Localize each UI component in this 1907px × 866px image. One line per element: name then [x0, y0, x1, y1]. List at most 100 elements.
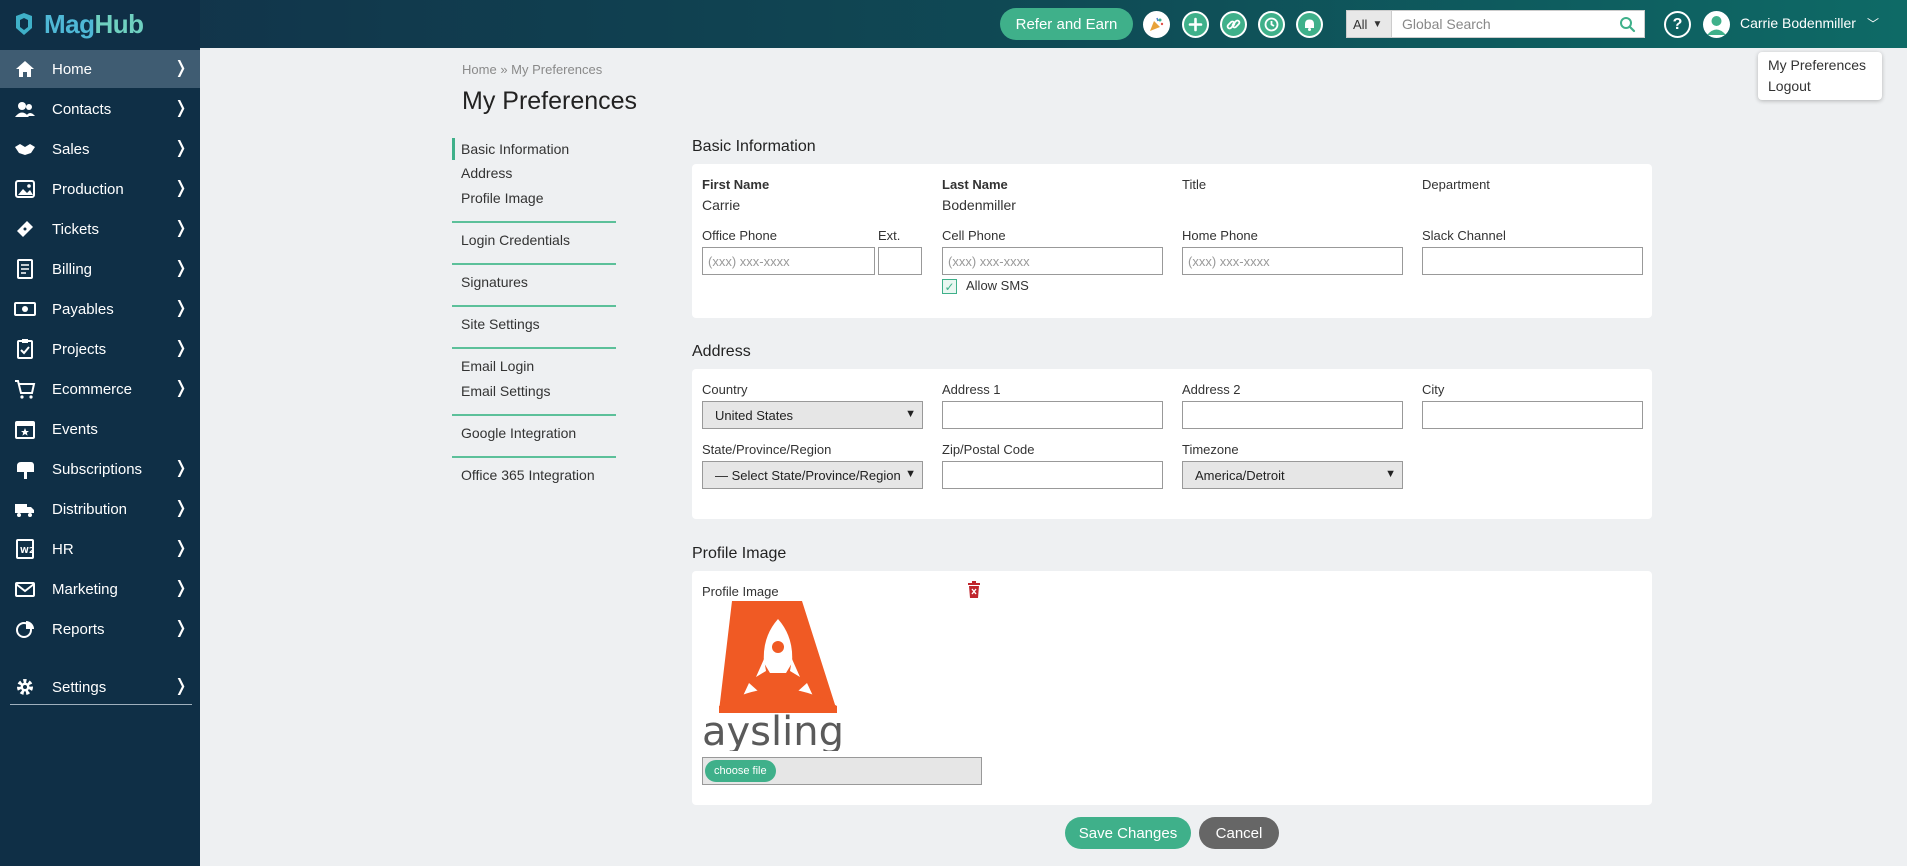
delete-trash-icon[interactable] — [966, 581, 982, 599]
zip-input[interactable] — [942, 461, 1163, 489]
avatar[interactable] — [1703, 11, 1730, 38]
chevron-down-icon: ▼ — [1372, 18, 1383, 30]
top-bar: MagHub Refer and Earn All ▼ Global Search… — [0, 0, 1907, 48]
add-icon[interactable] — [1182, 11, 1209, 38]
country-label: Country — [702, 382, 748, 397]
link-icon[interactable] — [1220, 11, 1247, 38]
profile-image-panel: Profile Image aysling choose file — [692, 571, 1652, 805]
cancel-button[interactable]: Cancel — [1199, 817, 1279, 849]
subnav-site-settings[interactable]: Site Settings — [452, 313, 616, 335]
subnav-profile-image[interactable]: Profile Image — [452, 187, 616, 209]
subnav-email-settings[interactable]: Email Settings — [452, 380, 616, 402]
notification-bell-icon[interactable] — [1296, 11, 1323, 38]
state-select[interactable]: — Select State/Province/Region — ▼ — [702, 461, 923, 489]
breadcrumb-home-link[interactable]: Home — [462, 62, 497, 77]
sidebar-item-settings[interactable]: Settings ❭ — [0, 668, 200, 706]
sidebar-item-label: Payables — [52, 300, 114, 318]
chevron-down-icon: ▼ — [905, 468, 916, 480]
office-phone-input[interactable]: (xxx) xxx-xxxx — [702, 247, 875, 275]
search-icon[interactable] — [1619, 16, 1636, 33]
profile-image-label: Profile Image — [702, 584, 779, 599]
menu-item-my-preferences[interactable]: My Preferences — [1768, 55, 1872, 76]
subnav-office365-integration[interactable]: Office 365 Integration — [452, 464, 616, 486]
allow-sms-checkbox[interactable]: ✓ — [942, 279, 957, 294]
title-label: Title — [1182, 177, 1207, 192]
help-icon[interactable]: ? — [1664, 11, 1691, 38]
sidebar-item-label: Marketing — [52, 580, 118, 598]
page-title: My Preferences — [462, 87, 638, 115]
sidebar-item-distribution[interactable]: Distribution ❭ — [0, 490, 200, 528]
choose-file-button[interactable]: choose file — [705, 760, 776, 782]
home-phone-input[interactable]: (xxx) xxx-xxxx — [1182, 247, 1403, 275]
menu-item-logout[interactable]: Logout — [1768, 76, 1872, 97]
chevron-right-icon: ❭ — [173, 178, 188, 197]
sidebar-item-label: Subscriptions — [52, 460, 143, 478]
slack-channel-input[interactable] — [1422, 247, 1643, 275]
timezone-label: Timezone — [1182, 442, 1239, 457]
party-popper-icon[interactable] — [1143, 11, 1170, 38]
sidebar-item-home[interactable]: Home ❭ — [0, 50, 200, 88]
city-input[interactable] — [1422, 401, 1643, 429]
last-name-label: Last Name — [942, 177, 1008, 192]
ext-input[interactable] — [878, 247, 922, 275]
subnav-basic-information[interactable]: Basic Information — [452, 138, 616, 160]
sidebar-item-sales[interactable]: Sales ❭ — [0, 130, 200, 168]
section-title-profile-image: Profile Image — [692, 545, 787, 562]
city-label: City — [1422, 382, 1445, 397]
refer-and-earn-button[interactable]: Refer and Earn — [1000, 8, 1133, 40]
sidebar-item-marketing[interactable]: Marketing ❭ — [0, 570, 200, 608]
sidebar-item-hr[interactable]: W2 HR ❭ — [0, 530, 200, 568]
country-select[interactable]: United States ▼ — [702, 401, 923, 429]
sidebar-item-events[interactable]: Events — [0, 410, 200, 448]
envelope-icon — [14, 578, 36, 600]
sidebar-item-contacts[interactable]: Contacts ❭ — [0, 90, 200, 128]
allow-sms-label: Allow SMS — [966, 278, 1029, 293]
sidebar-item-label: Ecommerce — [52, 380, 133, 398]
breadcrumb-separator: » — [500, 62, 508, 77]
search-scope-select[interactable]: All ▼ — [1346, 10, 1392, 38]
sidebar-item-subscriptions[interactable]: Subscriptions ❭ — [0, 450, 200, 488]
section-title-basic-information: Basic Information — [692, 138, 816, 155]
basic-information-panel: First Name Carrie Last Name Bodenmiller … — [692, 164, 1652, 318]
calendar-icon — [14, 418, 36, 440]
subnav-divider — [452, 347, 616, 349]
chevron-right-icon: ❭ — [173, 58, 188, 77]
address2-label: Address 2 — [1182, 382, 1241, 397]
sidebar-item-projects[interactable]: Projects ❭ — [0, 330, 200, 368]
save-changes-button[interactable]: Save Changes — [1065, 817, 1191, 849]
file-upload-field[interactable]: choose file — [702, 757, 982, 785]
sidebar-item-tickets[interactable]: Tickets ❭ — [0, 210, 200, 248]
app-logo[interactable]: MagHub — [0, 0, 200, 48]
sidebar-item-reports[interactable]: Reports ❭ — [0, 610, 200, 648]
subnav-signatures[interactable]: Signatures — [452, 271, 616, 293]
subnav-email-login[interactable]: Email Login — [452, 355, 616, 377]
sidebar-item-payables[interactable]: Payables ❭ — [0, 290, 200, 328]
chevron-down-icon[interactable]: ﹀ — [1867, 15, 1879, 32]
chevron-down-icon: ▼ — [1385, 468, 1396, 480]
subnav-divider — [452, 305, 616, 307]
subnav-divider — [452, 221, 616, 223]
subnav-google-integration[interactable]: Google Integration — [452, 422, 616, 444]
subnav-login-credentials[interactable]: Login Credentials — [452, 229, 616, 251]
subnav-address[interactable]: Address — [452, 162, 616, 184]
history-clock-icon[interactable] — [1258, 11, 1285, 38]
chevron-down-icon: ▼ — [905, 408, 916, 420]
clipboard-icon — [14, 338, 36, 360]
chevron-right-icon: ❭ — [173, 258, 188, 277]
cell-phone-label: Cell Phone — [942, 228, 1006, 243]
chart-pie-icon — [14, 618, 36, 640]
sidebar-item-billing[interactable]: Billing ❭ — [0, 250, 200, 288]
search-input[interactable]: Global Search — [1392, 10, 1645, 38]
address1-input[interactable] — [942, 401, 1163, 429]
chevron-right-icon: ❭ — [173, 98, 188, 117]
address-panel: Country United States ▼ Address 1 Address… — [692, 369, 1652, 519]
money-icon — [14, 298, 36, 320]
timezone-select[interactable]: America/Detroit ▼ — [1182, 461, 1403, 489]
w2-form-icon: W2 — [14, 538, 36, 560]
cell-phone-input[interactable]: (xxx) xxx-xxxx — [942, 247, 1163, 275]
sidebar-item-production[interactable]: Production ❭ — [0, 170, 200, 208]
user-name[interactable]: Carrie Bodenmiller — [1740, 15, 1856, 31]
address2-input[interactable] — [1182, 401, 1403, 429]
sidebar-item-ecommerce[interactable]: Ecommerce ❭ — [0, 370, 200, 408]
gear-icon — [14, 676, 36, 698]
